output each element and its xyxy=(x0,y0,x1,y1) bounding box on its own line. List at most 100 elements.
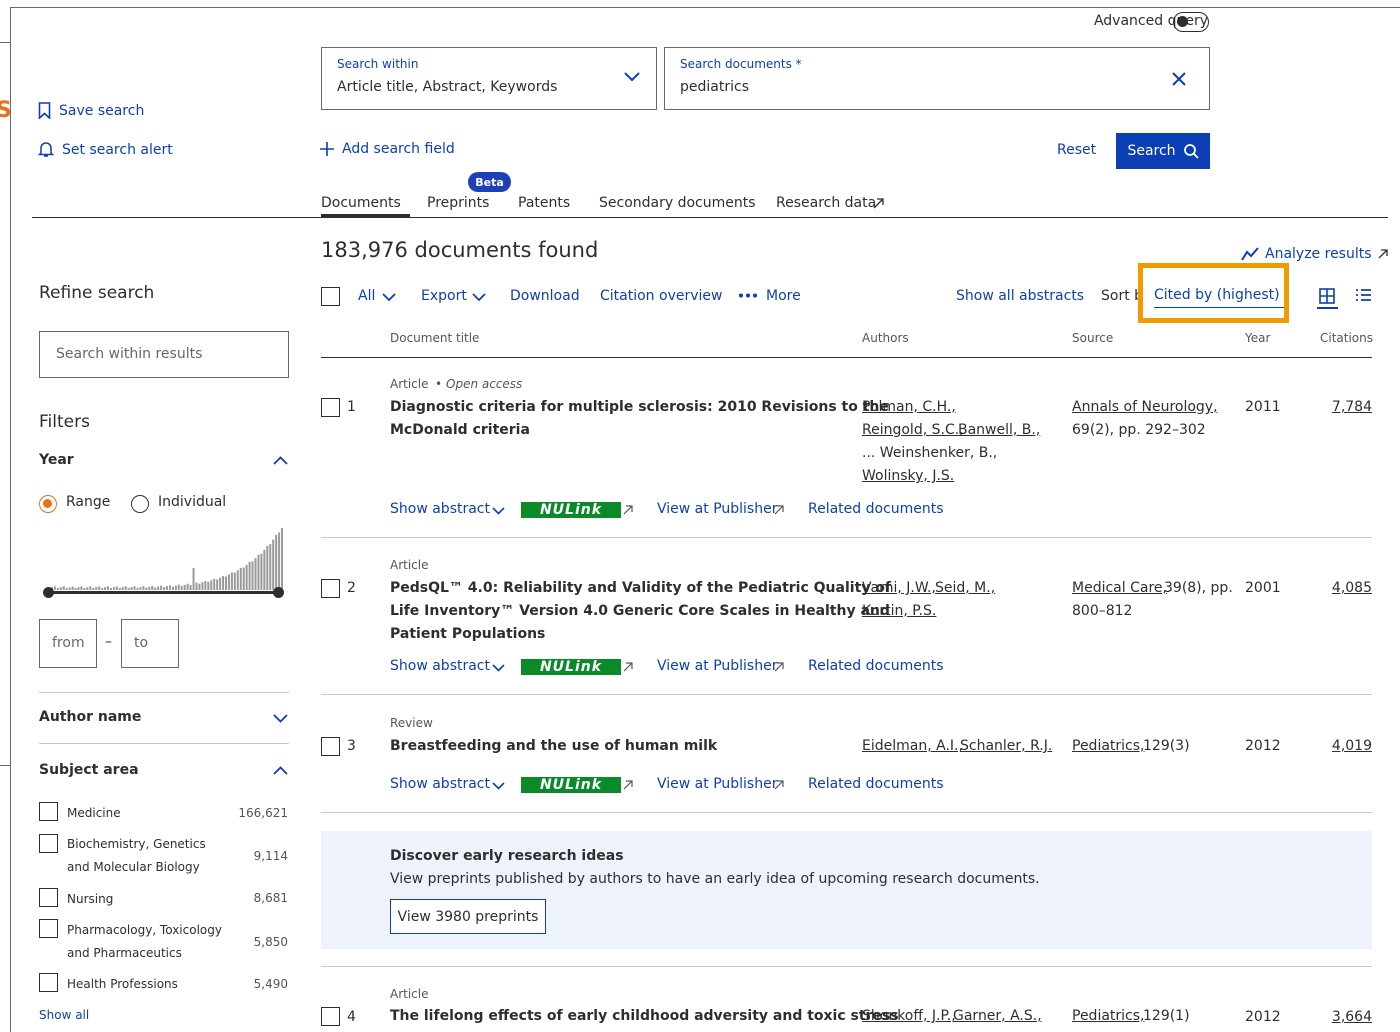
subject-count: 166,621 xyxy=(238,806,288,820)
author-link[interactable]: Varni, J.W., xyxy=(862,577,936,600)
citations-link[interactable]: 4,085 xyxy=(1312,580,1372,596)
window-frame-top xyxy=(10,7,1400,8)
individual-radio[interactable] xyxy=(131,495,149,513)
download-button[interactable]: Download xyxy=(510,288,580,304)
related-documents-link[interactable]: Related documents xyxy=(808,501,944,517)
chevron-up-icon[interactable] xyxy=(273,766,288,775)
show-abstract-button[interactable]: Show abstract xyxy=(390,776,490,792)
doc-title-line[interactable]: Patient Populations xyxy=(390,623,545,646)
doc-title-line[interactable]: Diagnostic criteria for multiple scleros… xyxy=(390,396,889,419)
show-all-abstracts-button[interactable]: Show all abstracts xyxy=(956,288,1084,304)
tab-preprints[interactable]: Preprints xyxy=(427,195,489,211)
select-all-checkbox[interactable] xyxy=(321,287,340,306)
citations-link[interactable]: 4,019 xyxy=(1312,738,1372,754)
author-link[interactable]: Garner, A.S., xyxy=(953,1005,1042,1028)
year-slider-handle-min[interactable] xyxy=(43,587,54,598)
view-at-publisher-link[interactable]: View at Publisher xyxy=(657,776,777,792)
source-link[interactable]: Pediatrics, xyxy=(1072,1005,1145,1028)
related-documents-link[interactable]: Related documents xyxy=(808,658,944,674)
histogram-bar xyxy=(109,587,112,590)
add-search-field-button[interactable]: Add search field xyxy=(320,141,455,157)
year-slider-track[interactable] xyxy=(48,591,279,594)
range-radio[interactable] xyxy=(39,495,57,513)
tab-secondary-documents[interactable]: Secondary documents xyxy=(599,195,756,211)
doc-title-line[interactable]: The lifelong effects of early childhood … xyxy=(390,1005,899,1028)
author-link[interactable]: Seid, M., xyxy=(935,577,995,600)
doc-title-line[interactable]: PedsQL™ 4.0: Reliability and Validity of… xyxy=(390,577,891,600)
more-button[interactable]: More xyxy=(766,288,801,304)
histogram-bar xyxy=(281,528,284,590)
list-view-icon[interactable] xyxy=(1355,288,1372,302)
chevron-down-icon xyxy=(472,293,486,302)
logo-fragment: S xyxy=(0,98,12,123)
author-link[interactable]: Banwell, B., xyxy=(958,419,1040,442)
author-link[interactable]: Eidelman, A.I., xyxy=(862,735,963,758)
citations-link[interactable]: 3,664 xyxy=(1312,1009,1372,1025)
doc-title-line[interactable]: Life Inventory™ Version 4.0 Generic Core… xyxy=(390,600,890,623)
source-link[interactable]: Medical Care, xyxy=(1072,577,1167,600)
row-checkbox[interactable] xyxy=(321,1007,340,1026)
chevron-up-icon[interactable] xyxy=(273,456,288,465)
advanced-query-toggle[interactable] xyxy=(1173,12,1209,32)
author-link[interactable]: Kurtin, P.S. xyxy=(862,600,936,623)
all-dropdown[interactable]: All xyxy=(358,288,375,304)
export-dropdown[interactable]: Export xyxy=(421,288,467,304)
nulink-logo[interactable]: NULink xyxy=(521,502,621,518)
show-abstract-button[interactable]: Show abstract xyxy=(390,658,490,674)
row-divider xyxy=(321,694,1372,695)
histogram-bar xyxy=(227,574,230,590)
set-search-alert-link[interactable]: Set search alert xyxy=(38,141,173,158)
row-checkbox[interactable] xyxy=(321,398,340,417)
author-link[interactable]: Schanler, R.J. xyxy=(960,735,1052,758)
histogram-bar xyxy=(92,587,95,590)
search-button[interactable]: Search xyxy=(1116,133,1210,169)
citations-link[interactable]: 7,784 xyxy=(1312,399,1372,415)
author-link[interactable]: Polman, C.H., xyxy=(862,396,956,419)
year-slider-handle-max[interactable] xyxy=(273,587,284,598)
subject-checkbox[interactable] xyxy=(39,888,58,907)
author-link[interactable]: Wolinsky, J.S. xyxy=(862,465,954,488)
view-at-publisher-link[interactable]: View at Publisher xyxy=(657,658,777,674)
tab-patents[interactable]: Patents xyxy=(518,195,570,211)
subject-checkbox[interactable] xyxy=(39,919,58,938)
grid-view-icon[interactable] xyxy=(1319,288,1335,304)
nulink-logo[interactable]: NULink xyxy=(521,659,621,675)
show-abstract-button[interactable]: Show abstract xyxy=(390,501,490,517)
author-link[interactable]: Shonkoff, J.P., xyxy=(862,1005,956,1028)
save-search-label: Save search xyxy=(59,102,145,119)
tab-research-data[interactable]: Research data xyxy=(776,195,876,211)
subject-checkbox[interactable] xyxy=(39,973,58,992)
author-link[interactable]: ... Weinshenker, B., xyxy=(862,442,997,465)
subject-checkbox[interactable] xyxy=(39,834,58,853)
doc-title-line[interactable]: Breastfeeding and the use of human milk xyxy=(390,735,717,758)
search-documents-input[interactable]: pediatrics xyxy=(680,79,749,95)
bullet: • xyxy=(435,377,443,391)
row-checkbox[interactable] xyxy=(321,737,340,756)
row-divider xyxy=(321,537,1372,538)
view-preprints-button[interactable]: View 3980 preprints xyxy=(390,899,546,934)
reset-button[interactable]: Reset xyxy=(1057,142,1096,158)
analyze-results-link[interactable]: Analyze results xyxy=(1241,246,1388,262)
view-at-publisher-link[interactable]: View at Publisher xyxy=(657,501,777,517)
row-checkbox[interactable] xyxy=(321,579,340,598)
search-documents-field[interactable]: Search documents * pediatrics xyxy=(664,47,1210,110)
histogram-bar xyxy=(148,586,151,590)
search-within-select[interactable]: Search within Article title, Abstract, K… xyxy=(321,47,657,110)
source-link[interactable]: Annals of Neurology, xyxy=(1072,396,1218,419)
citation-overview-button[interactable]: Citation overview xyxy=(600,288,722,304)
nulink-logo[interactable]: NULink xyxy=(521,777,621,793)
chevron-down-icon[interactable] xyxy=(273,714,288,723)
clear-icon[interactable] xyxy=(1172,72,1186,86)
tab-documents[interactable]: Documents xyxy=(321,195,401,211)
author-link[interactable]: Reingold, S.C., xyxy=(862,419,964,442)
related-documents-link[interactable]: Related documents xyxy=(808,776,944,792)
show-all-subjects-link[interactable]: Show all xyxy=(39,1008,89,1022)
save-search-link[interactable]: Save search xyxy=(38,102,144,119)
year-to-input[interactable]: to xyxy=(121,619,179,668)
year-from-input[interactable]: from xyxy=(39,619,97,668)
source-link[interactable]: Pediatrics, xyxy=(1072,735,1145,758)
doc-title-line[interactable]: McDonald criteria xyxy=(390,419,530,442)
search-within-results-input[interactable]: Search within results xyxy=(39,331,289,378)
author-name-filter-heading[interactable]: Author name xyxy=(39,709,141,725)
subject-checkbox[interactable] xyxy=(39,802,58,821)
